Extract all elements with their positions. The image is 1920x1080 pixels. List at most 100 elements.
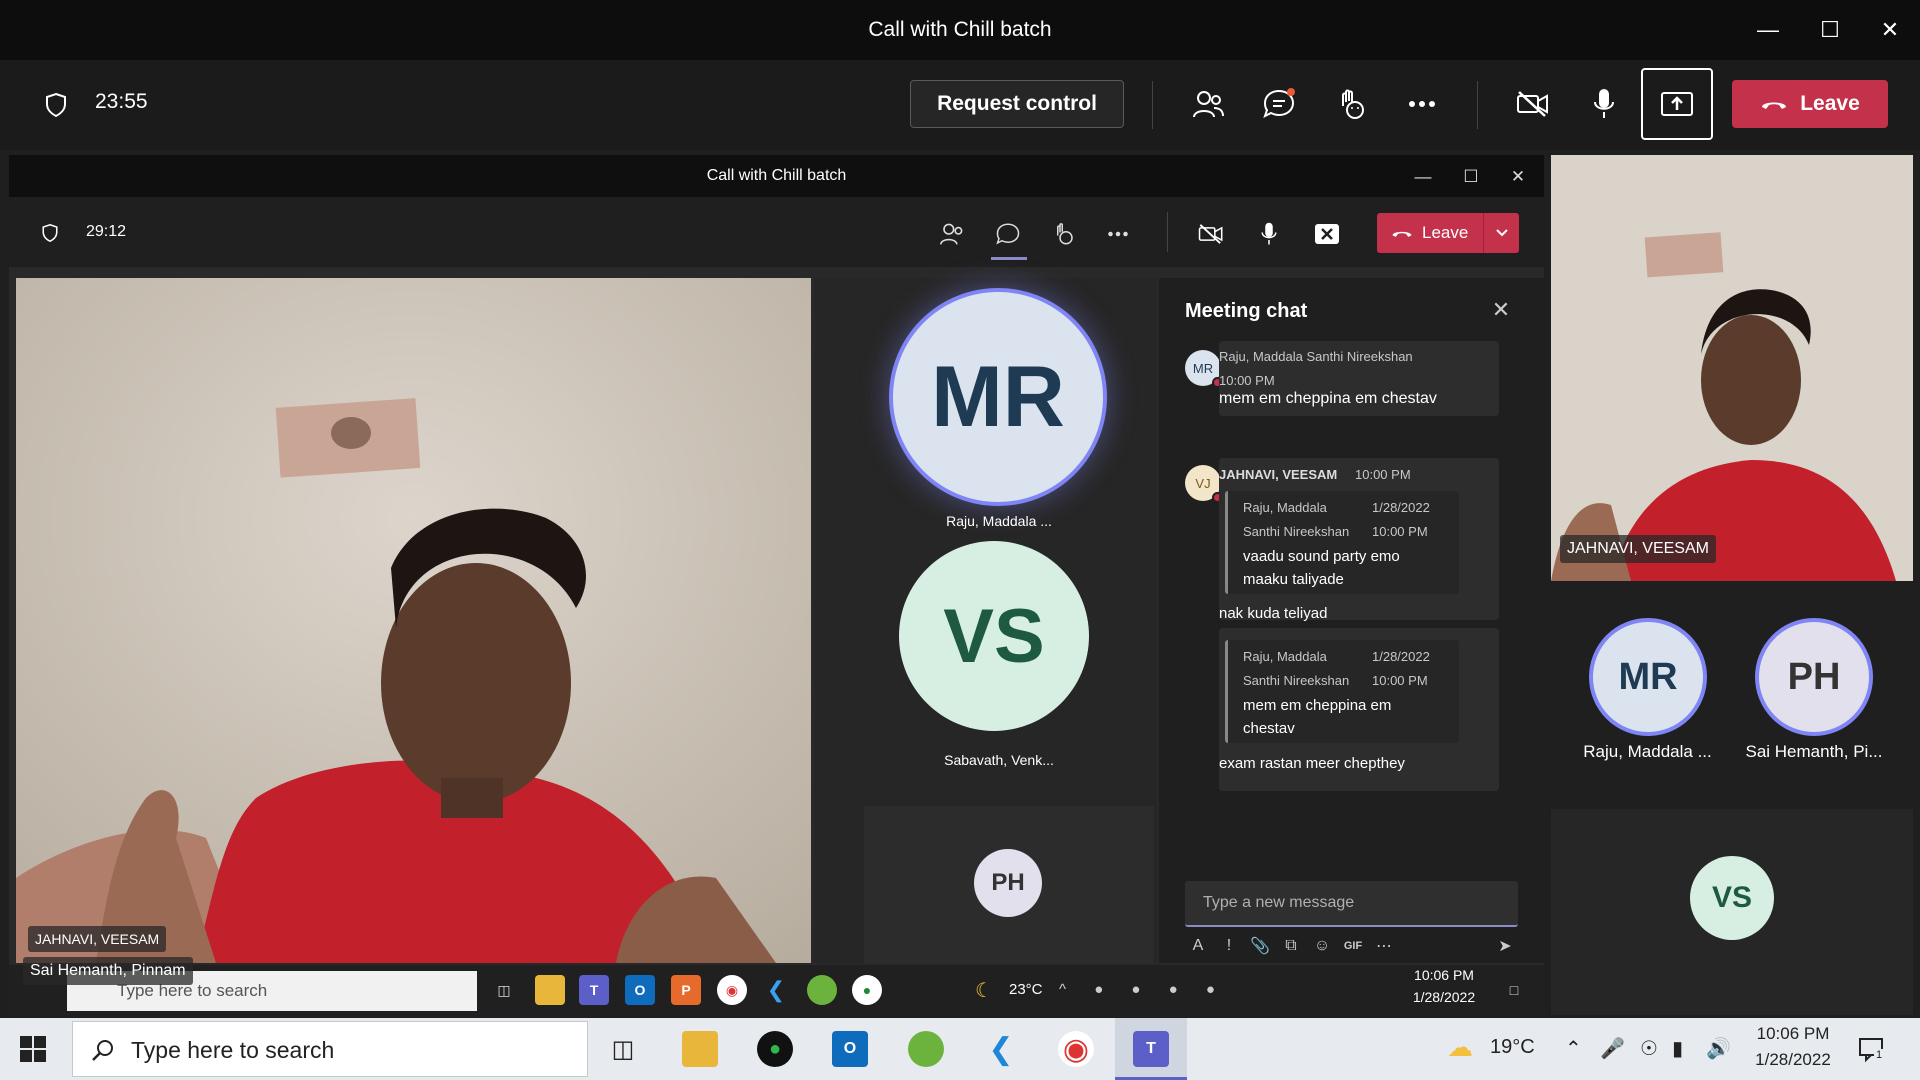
taskbar-search-placeholder: Type here to search	[131, 1037, 335, 1063]
more-options-icon[interactable]	[1103, 219, 1133, 249]
hang-up-icon	[1392, 231, 1412, 237]
inner-maximize-button[interactable]: ☐	[1457, 163, 1485, 191]
more-options-icon[interactable]	[1400, 82, 1444, 126]
participant-label: Raju, Maddala ...	[946, 513, 1052, 529]
avatar-mr[interactable]: MR	[889, 288, 1107, 506]
chrome-icon: ◉	[717, 975, 747, 1005]
avatar-ph[interactable]: PH	[974, 849, 1042, 917]
teams-taskbar-button[interactable]: T	[1115, 1018, 1187, 1080]
message-text: exam rastan meer chepthey	[1219, 755, 1405, 772]
battery-icon[interactable]: ▮	[1672, 1036, 1683, 1061]
chat-message[interactable]: Raju, Maddala Santhi Nireekshan 10:00 PM…	[1219, 341, 1499, 416]
meeting-toolbar: 23:55 Request control Leave	[0, 60, 1920, 150]
reactions-icon[interactable]	[1328, 82, 1372, 126]
message-input[interactable]	[1185, 881, 1518, 925]
weather-temp[interactable]: 19°C	[1490, 1036, 1535, 1059]
volume-icon[interactable]: 🔊	[1706, 1036, 1731, 1061]
taskbar-search-box[interactable]: Type here to search	[72, 1021, 588, 1077]
task-view-icon[interactable]: ◫	[605, 1031, 641, 1067]
reactions-icon[interactable]	[1048, 219, 1078, 249]
chrome-icon[interactable]: ◉	[1058, 1031, 1094, 1067]
chat-compose-box[interactable]	[1185, 881, 1518, 927]
quoted-message: Raju, Maddala Santhi Nireekshan 1/28/202…	[1225, 491, 1459, 594]
search-icon	[92, 1040, 113, 1061]
shared-clock-date: 1/28/2022	[1412, 989, 1476, 1005]
self-and-gallery-panel: JAHNAVI, VEESAM MR Raju, Maddala ... PH …	[1545, 155, 1920, 1015]
wifi-icon[interactable]: ☉	[1640, 1036, 1658, 1061]
inner-meeting-timer: 29:12	[86, 223, 127, 240]
loop-icon[interactable]: ⧉	[1278, 933, 1304, 959]
chat-message[interactable]: JAHNAVI, VEESAM 10:00 PM Raju, Maddala S…	[1219, 458, 1499, 622]
inner-leave-button[interactable]: Leave	[1377, 213, 1519, 253]
avatar: MR	[1185, 350, 1223, 388]
camera-off-icon[interactable]	[1196, 219, 1226, 249]
microphone-icon[interactable]	[1582, 82, 1626, 126]
send-icon[interactable]: ➤	[1492, 933, 1518, 959]
weather-icon[interactable]: ☁	[1447, 1032, 1473, 1063]
request-control-button[interactable]: Request control	[910, 80, 1124, 128]
video-frame-image	[1551, 155, 1913, 581]
windows-start-icon[interactable]	[20, 1036, 46, 1062]
emoji-icon[interactable]: ☺	[1309, 933, 1335, 959]
message-text: nak kuda teliyad	[1219, 605, 1328, 622]
message-author: Raju, Maddala Santhi Nireekshan	[1219, 349, 1413, 364]
inner-close-button[interactable]: ✕	[1504, 163, 1532, 191]
notifications-icon[interactable]: 1	[1858, 1035, 1886, 1063]
clock-time[interactable]: 10:06 PM	[1738, 1024, 1848, 1044]
inner-titlebar: Call with Chill batch — ☐ ✕	[9, 155, 1544, 197]
close-window-button[interactable]: ✕	[1870, 10, 1910, 50]
clock-date[interactable]: 1/28/2022	[1738, 1050, 1848, 1070]
avatar-mr[interactable]: MR	[1589, 618, 1707, 736]
format-icon[interactable]: A	[1185, 933, 1211, 959]
inner-window-title: Call with Chill batch	[706, 167, 847, 184]
message-time: 10:00 PM	[1219, 373, 1275, 388]
minimize-button[interactable]: —	[1748, 10, 1788, 50]
app-icon: P	[671, 975, 701, 1005]
maximize-button[interactable]: ☐	[1810, 10, 1850, 50]
file-explorer-icon[interactable]	[682, 1031, 718, 1067]
teams-icon: T	[579, 975, 609, 1005]
camera-off-icon[interactable]	[1511, 82, 1555, 126]
participants-icon[interactable]	[1186, 82, 1230, 126]
more-icon[interactable]: ⋯	[1371, 933, 1397, 959]
presenter-name-tag: Sai Hemanth, Pinnam	[23, 957, 193, 985]
quoted-message: Raju, Maddala Santhi Nireekshan 1/28/202…	[1225, 640, 1459, 743]
participant-label: Sabavath, Venk...	[944, 752, 1054, 768]
inner-minimize-button[interactable]: —	[1409, 163, 1437, 191]
participant-name-tag: JAHNAVI, VEESAM	[28, 926, 167, 952]
outlook-icon[interactable]: O	[832, 1031, 868, 1067]
priority-icon[interactable]: !	[1216, 933, 1242, 959]
shared-screen-window: Call with Chill batch — ☐ ✕ 29:12 Leave …	[9, 155, 1544, 1015]
vscode-icon: ❮	[766, 977, 786, 1002]
close-chat-icon[interactable]: ✕	[1489, 298, 1513, 322]
notification-count: 1	[1874, 1049, 1885, 1061]
share-content-button[interactable]	[1641, 68, 1713, 140]
participants-icon[interactable]	[937, 219, 967, 249]
chat-icon[interactable]	[993, 219, 1023, 249]
stop-sharing-icon[interactable]	[1312, 219, 1342, 249]
participant-gallery: MR Raju, Maddala ... VS Sabavath, Venk..…	[814, 278, 1157, 963]
chat-icon[interactable]	[1257, 82, 1301, 126]
leave-button[interactable]: Leave	[1732, 80, 1888, 128]
toolbar-divider	[1167, 212, 1168, 252]
vscode-icon[interactable]: ❮	[983, 1031, 1019, 1067]
shared-clock-time: 10:06 PM	[1414, 967, 1474, 983]
window-title: Call with Chill batch	[868, 18, 1052, 41]
avatar-vs[interactable]: VS	[899, 541, 1089, 731]
spring-icon	[807, 975, 837, 1005]
participant-label: Raju, Maddala ...	[1583, 742, 1712, 761]
app-icon[interactable]: ●	[757, 1031, 793, 1067]
notification-icon: □	[1509, 982, 1519, 998]
gif-icon[interactable]: GIF	[1340, 933, 1366, 959]
avatar-vs[interactable]: VS	[1690, 856, 1774, 940]
hang-up-icon	[1762, 102, 1787, 109]
shield-icon	[46, 92, 66, 118]
chevron-up-icon[interactable]: ⌃	[1565, 1036, 1582, 1061]
microphone-tray-icon[interactable]: 🎤	[1600, 1036, 1625, 1061]
leave-options-chevron-icon[interactable]	[1483, 213, 1519, 253]
attach-icon[interactable]: 📎	[1247, 933, 1273, 959]
microphone-icon[interactable]	[1254, 219, 1284, 249]
spring-icon[interactable]	[908, 1031, 944, 1067]
chat-message[interactable]: Raju, Maddala Santhi Nireekshan 1/28/202…	[1219, 628, 1499, 791]
avatar-ph[interactable]: PH	[1755, 618, 1873, 736]
